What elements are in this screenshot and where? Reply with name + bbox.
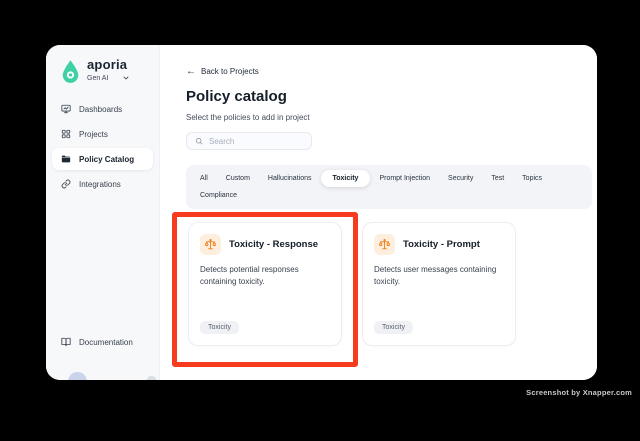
aporia-logo-icon <box>62 60 79 83</box>
tab-custom[interactable]: Custom <box>217 170 259 187</box>
workspace-name: Gen AI <box>87 74 109 82</box>
sidebar-item-label: Documentation <box>79 337 133 347</box>
scales-icon <box>374 234 395 255</box>
search-input[interactable] <box>209 136 303 146</box>
workspace-switcher[interactable]: aporia Gen AI <box>46 45 159 84</box>
help-bubble-partial[interactable] <box>146 376 157 380</box>
main-content: ← Back to Projects Policy catalog Select… <box>160 45 597 380</box>
page-subtitle: Select the policies to add in project <box>186 113 310 122</box>
avatar[interactable] <box>68 372 87 380</box>
sidebar-item-label: Dashboards <box>79 104 123 114</box>
tab-prompt-injection[interactable]: Prompt Injection <box>370 170 439 187</box>
page-title: Policy catalog <box>186 88 287 105</box>
card-description: Detects user messages containing toxicit… <box>374 265 497 287</box>
card-tag-badge: Toxicity <box>374 321 413 334</box>
search-icon <box>195 137 203 145</box>
monitor-icon <box>61 104 71 114</box>
filter-tabs: All Custom Hallucinations Toxicity Promp… <box>186 165 592 209</box>
tab-all[interactable]: All <box>191 170 217 187</box>
sidebar-item-projects[interactable]: Projects <box>52 123 153 145</box>
tab-toxicity[interactable]: Toxicity <box>320 170 371 187</box>
tab-security[interactable]: Security <box>439 170 482 187</box>
grid-icon <box>61 129 71 139</box>
arrow-left-icon: ← <box>186 65 196 77</box>
brand-name: aporia <box>87 57 128 72</box>
policy-card-toxicity-response[interactable]: Toxicity - Response Detects potential re… <box>188 222 342 346</box>
scales-icon <box>200 234 221 255</box>
sidebar-item-integrations[interactable]: Integrations <box>52 173 153 195</box>
sidebar-nav: Dashboards Projects Policy Catalog Integ… <box>46 98 159 195</box>
policy-card-toxicity-prompt[interactable]: Toxicity - Prompt Detects user messages … <box>362 222 516 346</box>
app-window: aporia Gen AI Dashboards Projects Policy… <box>46 45 597 380</box>
sidebar-item-label: Policy Catalog <box>79 154 135 164</box>
back-to-projects-link[interactable]: ← Back to Projects <box>186 65 259 77</box>
logo-text: aporia Gen AI <box>87 58 130 82</box>
sidebar: aporia Gen AI Dashboards Projects Policy… <box>46 45 160 380</box>
screenshot-stage: aporia Gen AI Dashboards Projects Policy… <box>0 0 640 441</box>
back-link-label: Back to Projects <box>201 67 259 76</box>
card-title: Toxicity - Response <box>229 239 319 250</box>
tab-topics[interactable]: Topics <box>513 170 551 187</box>
search-box[interactable] <box>186 132 312 150</box>
sidebar-item-policy-catalog[interactable]: Policy Catalog <box>52 148 153 170</box>
card-tag-badge: Toxicity <box>200 321 239 334</box>
chevron-down-icon[interactable] <box>122 74 130 82</box>
tab-hallucinations[interactable]: Hallucinations <box>259 170 321 187</box>
link-icon <box>61 179 71 189</box>
sidebar-item-dashboards[interactable]: Dashboards <box>52 98 153 120</box>
book-open-icon <box>61 337 71 347</box>
sidebar-item-documentation[interactable]: Documentation <box>52 331 153 353</box>
tab-test[interactable]: Test <box>482 170 513 187</box>
card-title: Toxicity - Prompt <box>403 239 480 250</box>
card-description: Detects potential responses containing t… <box>200 265 299 287</box>
tab-compliance[interactable]: Compliance <box>191 187 246 204</box>
sidebar-item-label: Projects <box>79 129 108 139</box>
watermark-text: Screenshot by Xnapper.com <box>526 388 632 397</box>
policy-cards: Toxicity - Response Detects potential re… <box>188 222 516 346</box>
folder-icon <box>61 155 71 163</box>
sidebar-item-label: Integrations <box>79 179 121 189</box>
